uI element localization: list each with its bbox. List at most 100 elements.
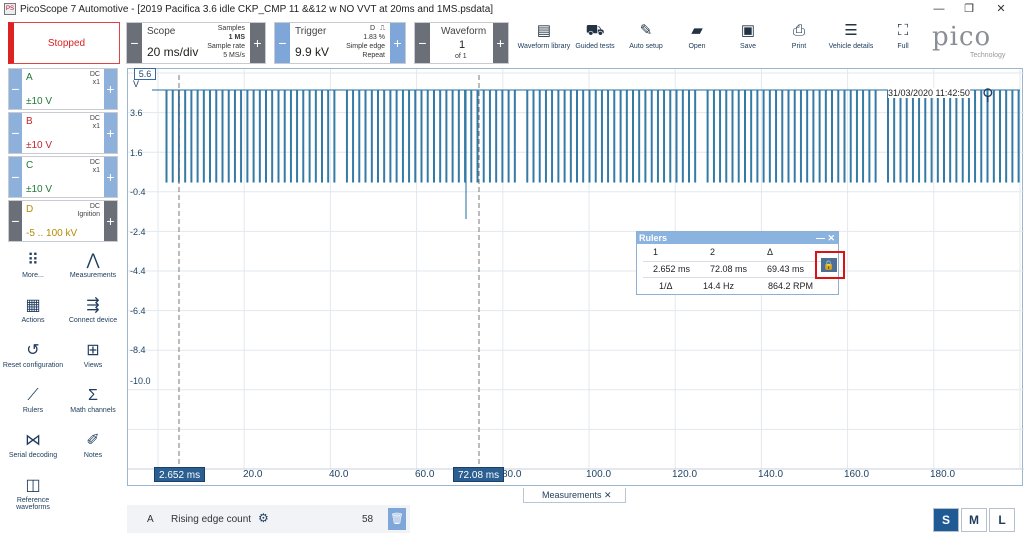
x-tick-180: 180.0 [930, 469, 956, 480]
measurement-row[interactable]: A Rising edge count ⚙ 58 [127, 505, 410, 533]
waveform-previous-button[interactable]: − [415, 23, 430, 63]
print-button[interactable]: ⎙ Print [772, 22, 826, 64]
scope-increase-button[interactable]: + [250, 23, 265, 63]
channel-a-waveform [152, 89, 1020, 183]
app-icon: PS [4, 3, 16, 15]
y-tick-1.6: 1.6 [130, 148, 143, 158]
sigma-icon: Σ [88, 387, 98, 404]
channel-a-decrease-button[interactable]: − [9, 69, 22, 109]
delete-measurement-button[interactable]: 🗑 [388, 508, 406, 530]
auto-setup-button[interactable]: ✎ Auto setup [619, 22, 673, 64]
channel-c-increase-button[interactable]: + [104, 157, 117, 197]
scope-plot-area[interactable] [127, 68, 1024, 487]
channel-b-range: ±10 V [26, 140, 53, 151]
minimize-button[interactable]: — [924, 0, 954, 18]
channel-d-control[interactable]: − D DC Ignition -5 .. 100 kV + [8, 200, 118, 242]
rulers-panel-header: Rulers — ✕ [637, 232, 838, 244]
serial-icon: ⋈ [25, 432, 41, 449]
clapper-icon: ▦ [25, 297, 41, 314]
channel-b-increase-button[interactable]: + [104, 113, 117, 153]
channel-d-decrease-button[interactable]: − [9, 201, 22, 241]
x-tick-100: 100.0 [586, 469, 612, 480]
measurements-tab[interactable]: Measurements ✕ [523, 488, 626, 503]
sample-rate-value: 5 MS/s [223, 52, 245, 59]
connect-device-tool-button[interactable]: ⇶ Connect device [62, 297, 124, 324]
trigger-decrease-button[interactable]: − [275, 23, 290, 63]
waveform-number: 1 [459, 39, 466, 51]
channel-b-control[interactable]: − B DC x1 ±10 V + [8, 112, 118, 154]
notes-icon: ✐ [86, 432, 100, 449]
actions-tool-label: Actions [21, 317, 45, 324]
serial-decoding-tool-button[interactable]: ⋈ Serial decoding [2, 432, 64, 459]
print-label: Print [791, 43, 807, 50]
full-label: Full [897, 43, 909, 50]
channel-c-control[interactable]: − C DC x1 ±10 V + [8, 156, 118, 198]
waveform-canvas[interactable] [128, 69, 1024, 487]
guided-tests-label: Guided tests [575, 43, 615, 50]
actions-tool-button[interactable]: ▦ Actions [2, 297, 64, 324]
reference-waveforms-tool-button[interactable]: ◫ Reference waveforms [2, 477, 64, 511]
views-tool-button[interactable]: ⊞ Views [62, 342, 124, 369]
trigger-increase-button[interactable]: + [390, 23, 405, 63]
open-button[interactable]: ▰ Open [670, 22, 724, 64]
auto-setup-label: Auto setup [629, 43, 663, 50]
channel-a-increase-button[interactable]: + [104, 69, 117, 109]
channel-a-control[interactable]: − A DC x1 ±10 V + [8, 68, 118, 110]
waveform-label: Waveform [441, 26, 487, 37]
size-m-button[interactable]: M [961, 508, 987, 532]
size-s-button[interactable]: S [933, 508, 959, 532]
logo-subtext: Technology [970, 52, 1006, 59]
channel-c-decrease-button[interactable]: − [9, 157, 22, 197]
channel-a-name: A [26, 72, 33, 83]
car-icon: ⛟ [585, 22, 605, 39]
rulers-panel-title: Rulers [639, 233, 668, 243]
channel-b-decrease-button[interactable]: − [9, 113, 22, 153]
waveform-next-button[interactable]: + [493, 23, 508, 63]
size-l-button[interactable]: L [989, 508, 1015, 532]
channel-d-coupling-text: DC [89, 203, 100, 210]
math-channels-tool-button[interactable]: Σ Math channels [62, 387, 124, 414]
channel-d-coupling: DC Ignition [77, 203, 100, 219]
guided-tests-button[interactable]: ⛟ Guided tests [568, 22, 622, 64]
channel-b-probe: x1 [92, 123, 100, 130]
y-tick-3.6: 3.6 [130, 108, 143, 118]
lock-icon[interactable]: 🔒 [821, 258, 837, 272]
notes-tool-button[interactable]: ✐ Notes [62, 432, 124, 459]
waveform-library-button[interactable]: ▤ Waveform library [517, 22, 571, 64]
channel-b-coupling-text: DC [89, 115, 100, 122]
folder-icon: ▰ [691, 22, 703, 39]
scope-label: Scope [147, 26, 176, 37]
stopped-status-button[interactable]: Stopped [8, 22, 120, 64]
reference-waveforms-tool-label: Reference waveforms [16, 497, 50, 511]
maximize-button[interactable]: ❐ [954, 0, 984, 18]
ruler-2-tag[interactable]: 72.08 ms [453, 467, 505, 482]
full-button[interactable]: ⛶ Full [876, 22, 930, 64]
channel-d-range: -5 .. 100 kV [26, 228, 78, 239]
channel-d-name: D [26, 204, 34, 215]
scope-decrease-button[interactable]: − [127, 23, 142, 63]
channel-d-probe: Ignition [77, 211, 100, 218]
save-button[interactable]: ▣ Save [721, 22, 775, 64]
connect-device-tool-label: Connect device [68, 317, 118, 324]
samples-value: 1 MS [228, 34, 245, 41]
x-tick-80: 80.0 [502, 469, 522, 480]
gear-icon[interactable]: ⚙ [258, 511, 269, 525]
reset-configuration-tool-button[interactable]: ↺ Reset configuration [2, 342, 64, 369]
trigger-level: 9.9 kV [295, 45, 330, 59]
channel-b-name: B [26, 116, 33, 127]
ruler-icon: ⟋ [27, 387, 39, 404]
compass-icon: ⋀ [86, 252, 100, 269]
more-tool-button[interactable]: ⠿ More... [2, 252, 64, 279]
vehicle-details-button[interactable]: ☰ Vehicle details [823, 22, 879, 64]
channel-d-increase-button[interactable]: + [104, 201, 117, 241]
rulers-panel-controls[interactable]: — ✕ [816, 232, 835, 244]
wand-icon: ✎ [639, 22, 653, 39]
close-icon[interactable]: ✕ [604, 490, 612, 500]
measurements-tool-button[interactable]: ⋀ Measurements [62, 252, 124, 279]
y-tick-neg-6.4: -6.4 [130, 306, 146, 316]
zoom-icon[interactable]: ⚲ [982, 85, 994, 105]
close-button[interactable]: ✕ [986, 0, 1016, 18]
rising-edge-icon: ⎍ [380, 25, 385, 32]
ruler-1-tag[interactable]: 2.652 ms [154, 467, 206, 482]
rulers-tool-button[interactable]: ⟋ Rulers [2, 387, 64, 414]
